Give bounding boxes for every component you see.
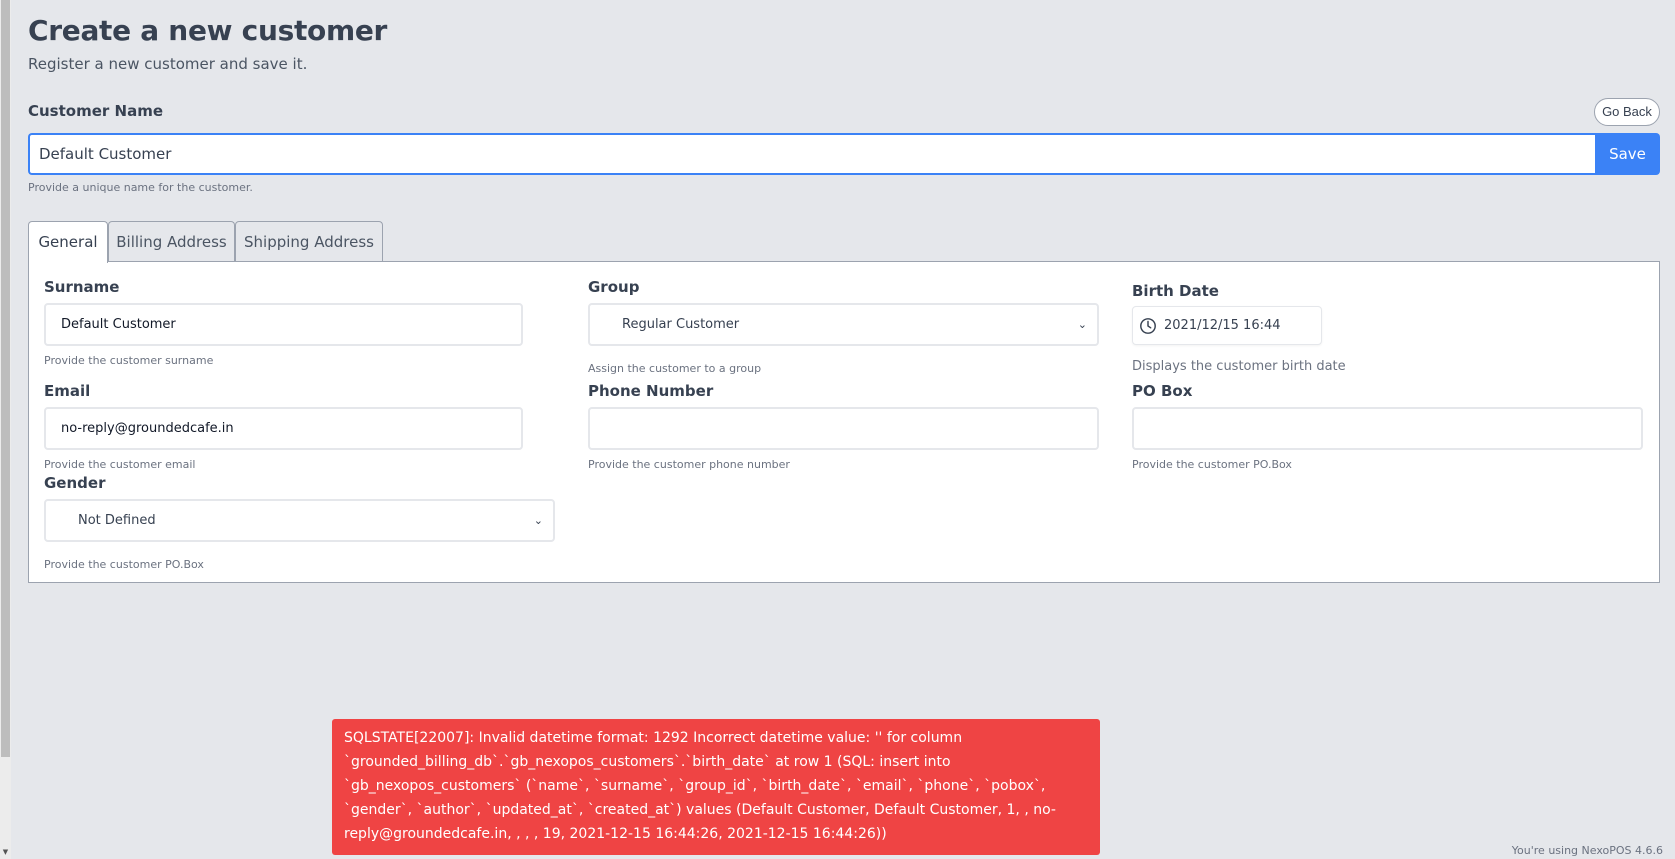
- phone-input[interactable]: [588, 407, 1099, 450]
- page-title: Create a new customer: [28, 14, 388, 47]
- tab-general[interactable]: General: [28, 221, 108, 263]
- surname-help: Provide the customer surname: [44, 354, 214, 367]
- pobox-label: PO Box: [1132, 382, 1193, 400]
- gender-label: Gender: [44, 474, 106, 492]
- page-subtitle: Register a new customer and save it.: [28, 55, 308, 73]
- group-select-value: Regular Customer: [622, 317, 740, 332]
- form-tabs: General Billing Address Shipping Address: [28, 221, 383, 263]
- gender-select[interactable]: Not Defined ⌄: [44, 499, 555, 542]
- gender-help: Provide the customer PO.Box: [44, 558, 204, 571]
- pobox-input[interactable]: [1132, 407, 1643, 450]
- clock-icon: [1140, 318, 1156, 334]
- email-input[interactable]: [44, 407, 523, 450]
- chevron-down-icon: ⌄: [533, 514, 543, 527]
- save-button[interactable]: Save: [1595, 133, 1660, 175]
- error-message: SQLSTATE[22007]: Invalid datetime format…: [344, 730, 1056, 842]
- group-help: Assign the customer to a group: [588, 362, 762, 375]
- birth-date-picker[interactable]: 2021/12/15 16:44: [1132, 306, 1322, 345]
- customer-name-label: Customer Name: [28, 102, 163, 120]
- group-label: Group: [588, 278, 640, 296]
- pobox-help: Provide the customer PO.Box: [1132, 458, 1292, 471]
- scroll-down-arrow-icon[interactable]: ▼: [1, 848, 10, 857]
- email-label: Email: [44, 382, 91, 400]
- birth-date-help: Displays the customer birth date: [1132, 359, 1346, 374]
- surname-input[interactable]: [44, 303, 523, 346]
- phone-label: Phone Number: [588, 382, 714, 400]
- birth-date-value: 2021/12/15 16:44: [1164, 318, 1281, 333]
- customer-name-help: Provide a unique name for the customer.: [28, 181, 253, 194]
- version-footer: You're using NexoPOS 4.6.6: [1511, 844, 1663, 857]
- group-select[interactable]: Regular Customer ⌄: [588, 303, 1099, 346]
- customer-name-input[interactable]: [28, 133, 1595, 175]
- tab-billing-address[interactable]: Billing Address: [108, 221, 235, 262]
- general-tab-panel: Surname Provide the customer surname Gro…: [28, 261, 1660, 583]
- go-back-button[interactable]: Go Back: [1594, 98, 1660, 126]
- surname-label: Surname: [44, 278, 120, 296]
- birth-date-label: Birth Date: [1132, 282, 1219, 300]
- page-scrollbar[interactable]: ▼: [0, 0, 11, 859]
- email-help: Provide the customer email: [44, 458, 196, 471]
- customer-name-field: Save: [28, 133, 1660, 175]
- error-notification[interactable]: SQLSTATE[22007]: Invalid datetime format…: [332, 719, 1100, 855]
- chevron-down-icon: ⌄: [1077, 318, 1087, 331]
- phone-help: Provide the customer phone number: [588, 458, 790, 471]
- scrollbar-thumb[interactable]: [1, 0, 10, 757]
- tab-shipping-address[interactable]: Shipping Address: [235, 221, 383, 262]
- gender-select-value: Not Defined: [78, 513, 156, 528]
